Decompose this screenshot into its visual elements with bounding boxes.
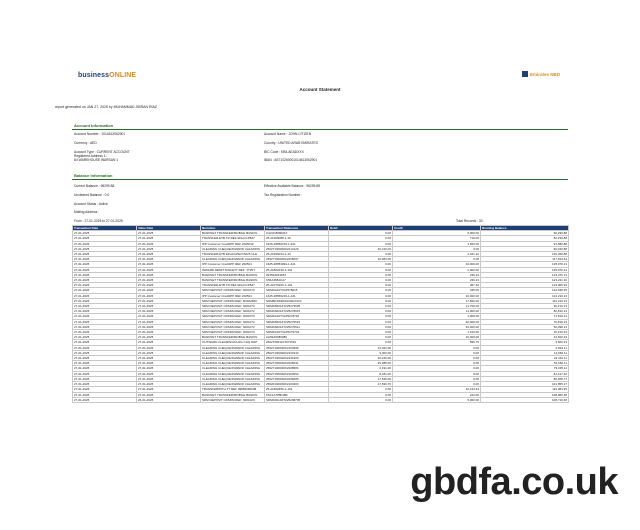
page-title: Account Statement xyxy=(299,87,341,92)
cell-debit: 0.00 xyxy=(328,396,393,403)
balance-info-divider xyxy=(72,179,568,180)
account-name: Account Name : JOHN CITIZEN xyxy=(264,132,312,136)
account-info-divider xyxy=(72,129,568,130)
cell-narration: CLEARING CHEQUE/INWARD CLEARING xyxy=(200,360,265,367)
cell-narration: SDM DEPOSIT CRSDM REF: BCDM650 xyxy=(200,297,265,305)
cell-narration: CLEARING CHEQUE/INWARD CLEARING xyxy=(200,381,265,388)
cell-narration: CLEARING CHEQUE/INWARD CLEARING xyxy=(200,349,265,357)
table-row: 27-01-2025 26-01-2025 SDM DEPOSIT CRSDM RE… xyxy=(72,396,569,403)
cell-narration: CLEARING CHEQUE/INWARD CLEARING xyxy=(200,344,265,351)
cell-narration: SDM DEPOSIT CRSDM REF: 6001070 xyxy=(200,303,265,310)
statement-period: From : 27-01-2025 to 27-01-2025 xyxy=(74,219,123,223)
cell-narration: OUTWARD CLEARING/CLRG CHQ DEP xyxy=(200,339,265,346)
account-number: Account Number : 1014613062901 xyxy=(74,132,126,136)
cell-narration: SDM DEPOSIT CRSDM REF: 6001029 xyxy=(200,396,265,403)
cell-value-date: 26-01-2025 xyxy=(136,396,201,403)
uncleared-balance: Uncleared Balance : 0.0 xyxy=(74,193,110,197)
balance-info-heading: Balance Information xyxy=(74,173,113,178)
registered-address: 84 WAREHOUSE WARSAN 1 xyxy=(74,158,119,162)
cell-transaction-date: 27-01-2025 xyxy=(72,396,137,403)
business-online-logo: businessONLINE xyxy=(78,72,137,79)
cell-running-balance: 108,716.68 xyxy=(480,396,569,403)
cell-credit: 5,000.00 xyxy=(392,396,481,403)
iban: IBAN : AE710260001014613062901 xyxy=(264,158,318,162)
cell-narration: CLEARING CHEQUE/INWARD CLEARING xyxy=(200,370,265,377)
bank-logo-icon xyxy=(522,71,528,77)
bank-name: Emirates NBD xyxy=(530,71,561,77)
cell-narration: SDM DEPOSIT CRSDM REF: 6001072 xyxy=(200,323,265,331)
transactions-body: 27-01-2025 27-01-2025 BANKNET TRANSFER/MOB… xyxy=(72,230,569,403)
cell-narration: BANKNET TRANSFER/MOBILE BANKIN xyxy=(200,391,265,398)
cell-narration: BANKNET TRANSFER/MOBILE BANKIN xyxy=(200,277,265,284)
generated-line: report generated on JAN 27, 2025 by MUHA… xyxy=(55,105,157,109)
mailing-address: Mailing Address : xyxy=(74,210,100,214)
cell-reference: SDMD4010ZT225208705 xyxy=(264,396,329,403)
cell-narration: CLEARING CHEQUE/INWARD CLEARING xyxy=(200,365,265,372)
bic-code: BIC Code : EBILAEADXXX xyxy=(264,150,304,154)
cell-narration: BANKNET TRANSFER/MOBILE BANKIN xyxy=(200,230,265,237)
cell-narration: BANKNET TRANSFER/MOBILE BANKIN xyxy=(200,334,265,341)
current-balance: Current Balance : 96299.88 xyxy=(74,184,115,188)
account-currency: Currency : AED xyxy=(74,141,97,145)
account-status: Account Status : Active xyxy=(74,202,108,206)
cell-narration: INWARD REMITTANCETT REF: TT25T xyxy=(200,266,265,273)
cell-narration: CLEARING CHEQUE/INWARD CLEARING xyxy=(200,256,265,263)
cell-narration: TRANSFERWITH TT REF 99866065008 xyxy=(200,386,265,393)
cell-narration: SDM DEPOSIT CRSDM REF: 6001070 xyxy=(200,329,265,336)
cell-narration: SDM DEPOSIT CRSDM REF: 6001072 xyxy=(200,318,265,325)
bank-logo: Emirates NBD xyxy=(522,71,560,77)
cell-narration: CLEARING CHEQUE/INWARD CLEARING xyxy=(200,245,265,253)
cell-narration: TRANSFER-ETB EFHCCPE27A025 CLE xyxy=(200,250,265,258)
account-country: Country : UNITED ARAB EMIRATES xyxy=(264,141,318,145)
effective-balance: Effective Available Balance : 96299.88 xyxy=(264,184,320,188)
cell-narration: CLEARING CHEQUE/INWARD CLEARING xyxy=(200,375,265,383)
tax-registration: Tax Registration Number : xyxy=(264,193,303,197)
cell-narration: BANKNET TRANSFER/MOBILE BANKIN xyxy=(200,271,265,279)
cell-narration: CLEARING CHEQUE/INWARD CLEARING xyxy=(200,355,265,362)
total-records: Total Records : 30 xyxy=(456,219,483,223)
transactions-table: Transaction Date Value Date Narration Tr… xyxy=(72,224,569,403)
account-info-heading: Account Information xyxy=(74,123,114,128)
watermark: gbdfa.co.uk xyxy=(410,461,618,503)
